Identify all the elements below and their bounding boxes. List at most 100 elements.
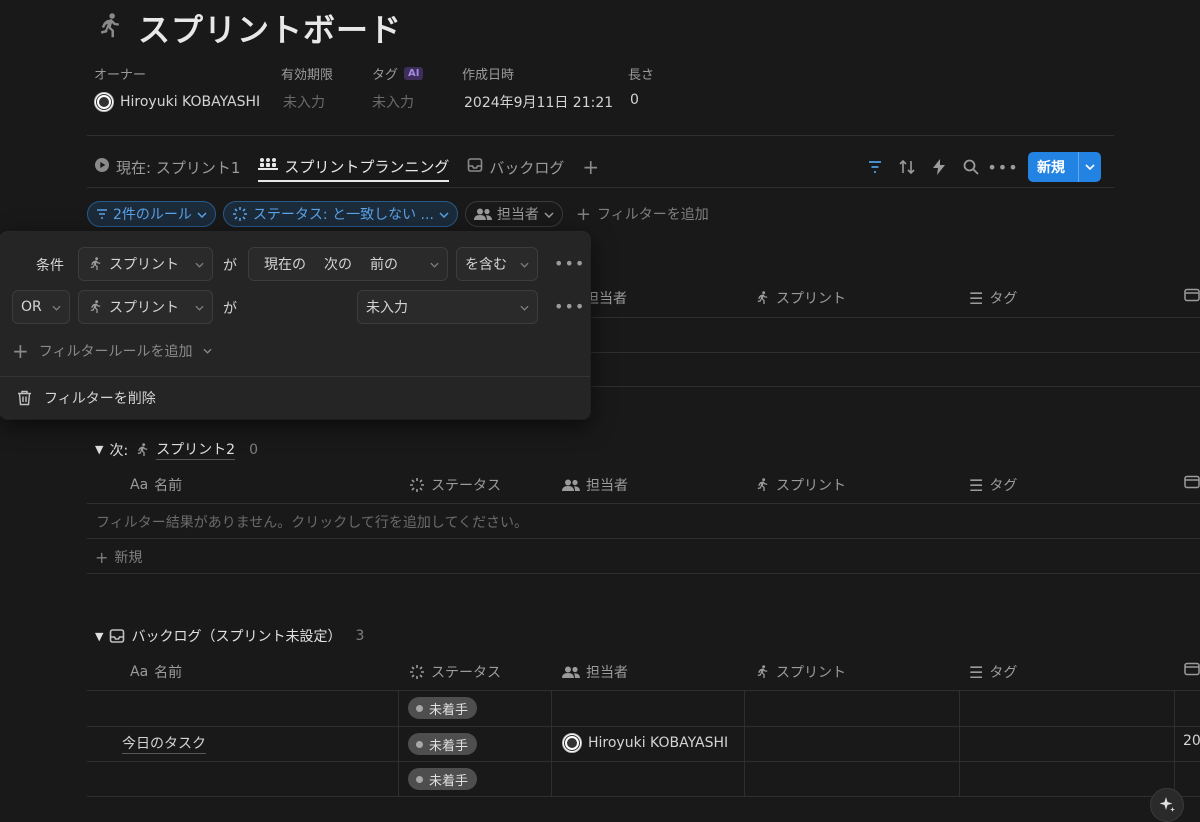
running-person-icon <box>757 665 768 678</box>
tab-label: スプリントプランニング <box>284 157 450 176</box>
column-header-tag[interactable]: ☰ タグ <box>969 288 1017 308</box>
search-icon[interactable] <box>962 158 980 176</box>
column-header-assignee[interactable]: 担当者 <box>562 475 628 495</box>
rule2-property-select[interactable]: スプリント <box>78 290 213 324</box>
value-tag: 現在の <box>264 257 306 273</box>
column-label: 担当者 <box>586 478 628 494</box>
running-person-icon[interactable] <box>94 11 124 45</box>
lightning-icon[interactable] <box>930 158 948 176</box>
date-cell[interactable]: 20 <box>1183 733 1200 749</box>
filter-bar: 2件のルール ステータス: と一致しない ... 担当者 + フィルターを追加 <box>87 201 709 227</box>
column-header-date[interactable] <box>1184 662 1200 676</box>
group-label[interactable]: スプリント2 <box>156 439 236 460</box>
chevron-down-icon <box>439 206 449 222</box>
filter-icon[interactable] <box>866 158 884 176</box>
column-header-date[interactable] <box>1184 475 1200 489</box>
column-header-assignee[interactable]: 担当者 <box>562 662 628 682</box>
page-title[interactable]: スプリントボード <box>138 5 402 51</box>
play-circle-icon <box>94 157 110 177</box>
connector-label: が <box>223 258 237 274</box>
divider <box>87 538 1200 539</box>
empty-state-message[interactable]: フィルター結果がありません。クリックして行を追加してください。 <box>96 512 528 532</box>
tab-sprint-planning[interactable]: スプリントプランニング <box>258 152 450 182</box>
add-filter-rule-button[interactable]: + フィルタールールを追加 <box>12 339 212 363</box>
tab-backlog[interactable]: バックログ <box>467 152 564 182</box>
rule1-value-select[interactable]: 現在の 次の 前の <box>248 247 448 281</box>
status-badge[interactable]: 未着手 <box>408 733 478 755</box>
status-badge[interactable]: 未着手 <box>408 768 478 790</box>
column-divider <box>1174 690 1175 796</box>
chip-label: 担当者 <box>496 207 539 223</box>
assignee-cell[interactable]: Hiroyuki KOBAYASHI <box>562 733 728 753</box>
rule2-more-icon[interactable]: ••• <box>554 297 585 316</box>
column-header-status[interactable]: ステータス <box>409 662 501 682</box>
table-row-name[interactable]: 今日のタスク <box>122 733 206 754</box>
calendar-icon <box>1184 288 1200 302</box>
column-header-status[interactable]: ステータス <box>409 475 501 495</box>
sparkle-icon <box>1159 797 1175 812</box>
chevron-down-icon <box>544 206 554 222</box>
status-badge[interactable]: 未着手 <box>408 697 478 719</box>
created-value: 2024年9月11日 21:21 <box>464 95 614 111</box>
owner-value[interactable]: Hiroyuki KOBAYASHI <box>94 92 260 112</box>
column-header-sprint[interactable]: スプリント <box>754 662 846 682</box>
delete-filter-button[interactable]: フィルターを削除 <box>17 388 156 408</box>
assignee-filter-chip[interactable]: 担当者 <box>464 201 563 227</box>
plus-icon: + <box>582 155 600 179</box>
status-dot <box>416 704 423 712</box>
select-label: スプリント <box>109 300 179 316</box>
column-header-assignee[interactable]: 担当者 <box>585 288 627 308</box>
tag-value[interactable]: 未入力 <box>372 92 414 112</box>
text-type-icon: Aa <box>130 477 149 493</box>
connector-label: が <box>223 301 237 317</box>
group-label[interactable]: バックログ（スプリント未設定） <box>131 626 341 646</box>
group-header-backlog[interactable]: ▼ バックログ（スプリント未設定） 3 <box>95 626 364 646</box>
chevron-down-icon[interactable] <box>1079 164 1101 170</box>
new-button[interactable]: 新規 <box>1028 152 1101 182</box>
text-type-icon: Aa <box>130 664 149 680</box>
column-header-sprint[interactable]: スプリント <box>754 288 846 308</box>
chevron-down-icon <box>520 299 529 315</box>
rule1-more-icon[interactable]: ••• <box>554 254 585 273</box>
column-label: スプリント <box>776 291 846 307</box>
column-header-name[interactable]: Aa 名前 <box>130 475 182 495</box>
triangle-down-icon: ▼ <box>95 629 104 643</box>
divider <box>87 796 1200 797</box>
rule2-value-select[interactable]: 未入力 <box>357 290 538 324</box>
status-filter-chip[interactable]: ステータス: と一致しない ... <box>222 201 458 227</box>
group-header-next[interactable]: ▼ 次: スプリント2 0 <box>95 439 258 460</box>
assignee-name: Hiroyuki KOBAYASHI <box>588 735 729 751</box>
new-row-button[interactable]: + 新規 <box>95 547 142 567</box>
column-header-tag[interactable]: ☰ タグ <box>969 662 1017 682</box>
rules-filter-chip[interactable]: 2件のルール <box>87 201 216 227</box>
ai-assistant-button[interactable] <box>1150 788 1184 822</box>
column-header-tag[interactable]: ☰ タグ <box>969 475 1017 495</box>
filter-icon <box>97 209 107 219</box>
rule1-property-select[interactable]: スプリント <box>78 247 213 281</box>
column-header-name[interactable]: Aa 名前 <box>130 662 182 682</box>
view-tabs: 現在: スプリント1 スプリントプランニング バックログ + <box>94 152 599 182</box>
divider <box>87 187 1114 188</box>
divider <box>87 135 1114 136</box>
new-button-label: 新規 <box>1037 160 1065 176</box>
chevron-down-icon <box>52 299 61 315</box>
column-label: スプリント <box>776 478 846 494</box>
chip-label: ステータス: と一致しない ... <box>252 207 434 223</box>
more-icon[interactable]: ••• <box>987 158 1017 177</box>
expiry-value[interactable]: 未入力 <box>283 92 325 112</box>
rule2-conjunction-select[interactable]: OR <box>12 290 70 324</box>
rule1-operator-select[interactable]: を含む <box>456 247 538 281</box>
divider <box>87 761 1200 762</box>
column-header-date[interactable] <box>1184 288 1200 302</box>
column-header-sprint[interactable]: スプリント <box>754 475 846 495</box>
divider <box>87 690 1200 691</box>
ai-badge[interactable]: AI <box>404 67 424 80</box>
running-person-icon <box>137 442 148 456</box>
length-value[interactable]: 0 <box>630 92 639 108</box>
add-filter-button[interactable]: + フィルターを追加 <box>570 204 709 225</box>
sort-icon[interactable] <box>898 158 916 176</box>
column-label: 担当者 <box>585 291 627 307</box>
add-view-button[interactable]: + <box>582 152 599 182</box>
tab-current-sprint[interactable]: 現在: スプリント1 <box>94 152 240 182</box>
running-person-icon <box>757 478 768 491</box>
